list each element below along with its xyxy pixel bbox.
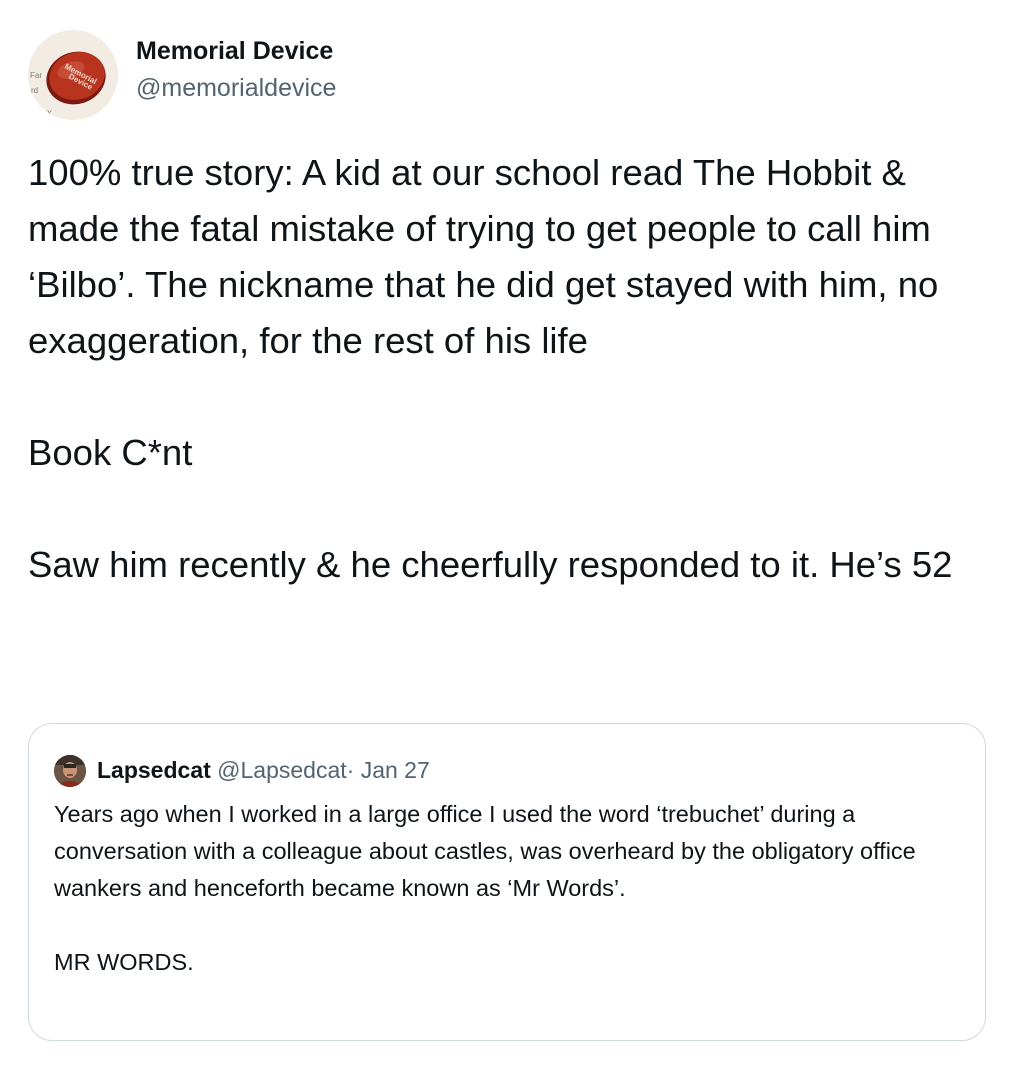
quoted-tweet[interactable]: Lapsedcat @Lapsedcat· Jan 27 Years ago w… (28, 723, 986, 1041)
svg-text:ity X: ity X (36, 107, 53, 118)
quoted-paragraph: MR WORDS. (54, 949, 194, 975)
svg-text:rd: rd (31, 86, 38, 95)
person-avatar-icon (54, 755, 86, 787)
tweet-paragraph: Book C*nt (28, 432, 193, 473)
tweet-paragraph: Saw him recently & he cheerfully respond… (28, 544, 953, 585)
author-name[interactable]: Memorial Device (136, 37, 333, 66)
tweet-paragraph: 100% true story: A kid at our school rea… (28, 152, 939, 361)
author-avatar[interactable]: Far rd ity X Memorial Device (28, 30, 118, 120)
quoted-tweet-header: Lapsedcat @Lapsedcat· Jan 27 (97, 757, 430, 784)
memorial-device-badge-icon: Far rd ity X Memorial Device (28, 30, 118, 120)
quoted-paragraph: Years ago when I worked in a large offic… (54, 801, 916, 901)
tweet-card: Far rd ity X Memorial Device Memorial De… (0, 0, 1015, 1070)
quoted-author-name[interactable]: Lapsedcat (97, 757, 211, 783)
quoted-tweet-date[interactable]: · Jan 27 (347, 757, 430, 783)
quoted-tweet-text: Years ago when I worked in a large offic… (54, 796, 954, 981)
tweet-text: 100% true story: A kid at our school rea… (28, 145, 993, 593)
svg-text:Far: Far (30, 71, 42, 80)
quoted-author-avatar[interactable] (54, 755, 86, 787)
quoted-author-handle[interactable]: @Lapsedcat (217, 757, 347, 783)
author-handle[interactable]: @memorialdevice (136, 74, 336, 103)
